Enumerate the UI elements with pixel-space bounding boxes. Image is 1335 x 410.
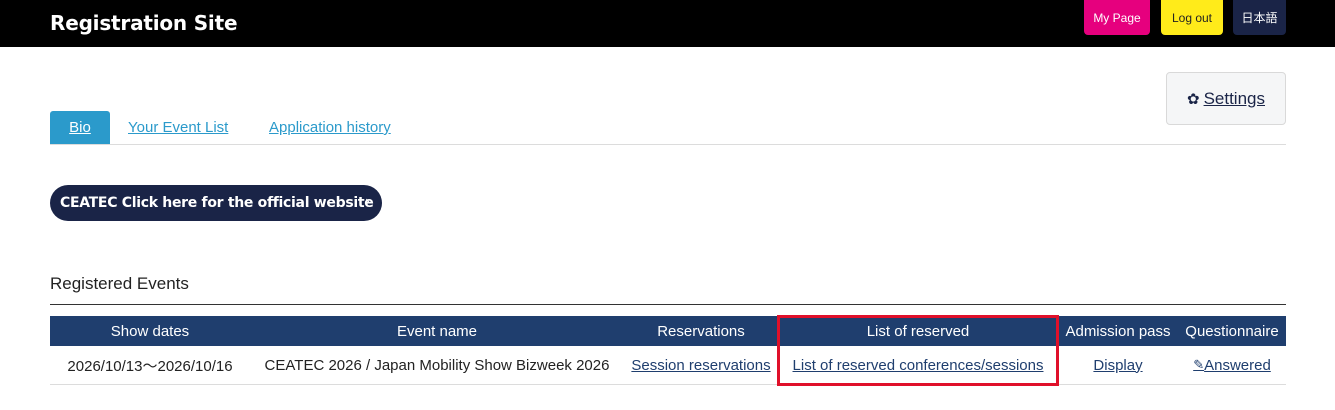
session-reservations-link[interactable]: Session reservations [624, 347, 778, 383]
official-website-label: CEATEC Click here for the official websi… [60, 195, 374, 211]
language-button[interactable]: 日本語 [1233, 0, 1286, 35]
questionnaire-label: Answered [1204, 356, 1271, 374]
column-event-name: Event name [396, 322, 478, 340]
column-admission-pass: Admission pass [1065, 322, 1171, 340]
cell-show-dates: 2026/10/13〜2026/10/16 [67, 357, 233, 375]
table-header: Show dates Event name Reservations List … [50, 316, 1286, 346]
chevron-right-icon: › [364, 194, 371, 210]
cell-event-name: CEATEC 2026 / Japan Mobility Show Bizwee… [264, 356, 610, 374]
column-show-dates: Show dates [110, 322, 190, 340]
tabs-divider [50, 144, 1286, 145]
settings-label: Settings [1203, 88, 1265, 108]
column-questionnaire: Questionnaire [1185, 322, 1279, 340]
column-reservations: Reservations [657, 322, 745, 340]
official-website-button[interactable]: CEATEC Click here for the official websi… [50, 185, 382, 221]
reserved-sessions-link[interactable]: List of reserved conferences/sessions [778, 347, 1058, 383]
tab-bio[interactable]: Bio [50, 111, 110, 144]
logout-button[interactable]: Log out [1161, 0, 1223, 35]
gear-icon: ✿ [1186, 90, 1200, 108]
settings-button[interactable]: ✿ Settings [1166, 72, 1286, 125]
row-divider [50, 384, 1286, 385]
questionnaire-answered-link[interactable]: ✎ Answered [1178, 347, 1286, 383]
section-divider [50, 304, 1286, 305]
tab-application-history[interactable]: Application history [269, 111, 391, 144]
site-title: Registration Site [50, 11, 238, 35]
my-page-button[interactable]: My Page [1084, 0, 1150, 35]
section-title: Registered Events [50, 274, 189, 293]
tab-your-event-list[interactable]: Your Event List [128, 111, 228, 144]
pencil-icon: ✎ [1193, 357, 1205, 372]
column-list-of-reserved: List of reserved [866, 322, 970, 340]
admission-pass-display-link[interactable]: Display [1058, 347, 1178, 383]
top-bar: Registration Site My Page Log out 日本語 [0, 0, 1335, 47]
